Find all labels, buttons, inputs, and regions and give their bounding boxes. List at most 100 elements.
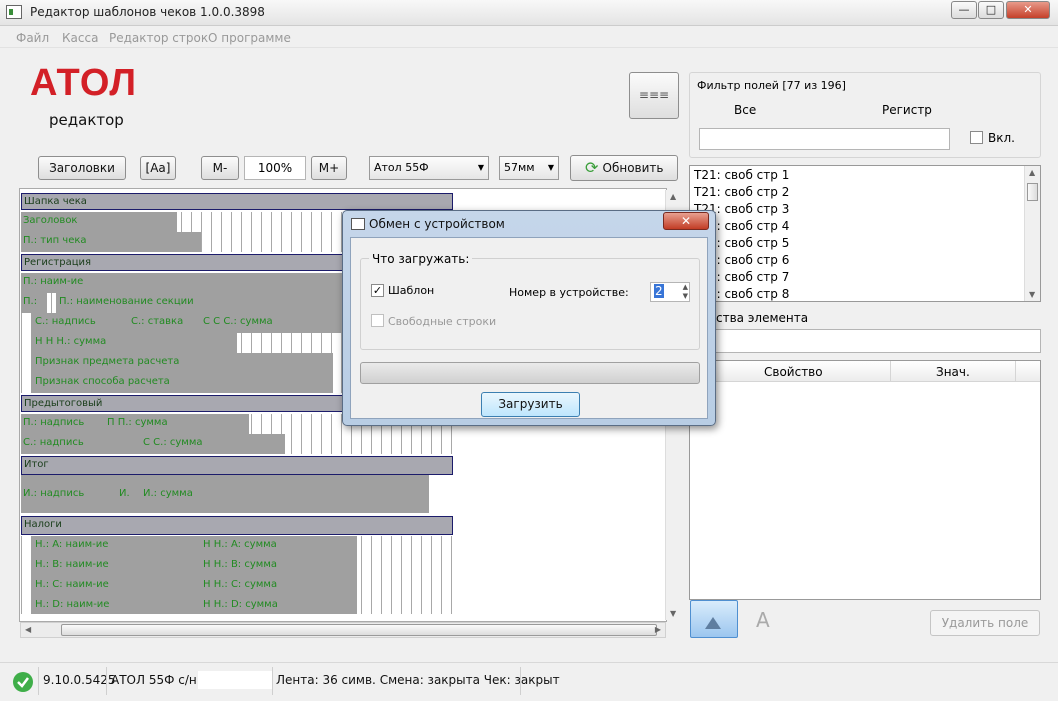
device-select[interactable]: Атол 55Ф ▼ [369, 156, 489, 180]
device-number-value: 2 [654, 284, 664, 298]
zoom-input[interactable]: 100% [244, 156, 306, 180]
load-groupbox [360, 258, 700, 350]
close-button[interactable]: ✕ [1006, 1, 1050, 19]
editor-row[interactable]: Н.: C: наим-ие Н Н.: C: сумма [21, 576, 453, 596]
field-label: И.: надпись [23, 488, 85, 499]
zoom-in-button[interactable]: M+ [311, 156, 347, 180]
field-label: П.: наименование секции [59, 296, 194, 307]
field-label: С С.: сумма [143, 437, 203, 448]
headers-button[interactable]: Заголовки [38, 156, 126, 180]
menu-kassa[interactable]: Касса [62, 31, 98, 45]
window-title: Редактор шаблонов чеков 1.0.0.3898 [30, 5, 265, 19]
filter-enable-label: Вкл. [988, 131, 1015, 145]
scroll-left-icon: ◀ [25, 625, 32, 634]
section-header[interactable]: Шапка чека [21, 193, 453, 210]
properties-title: ства элемента [716, 311, 809, 325]
template-checkbox[interactable]: ✓ [371, 284, 384, 297]
status-bar: 9.10.0.5425 АТОЛ 55Ф с/н:0 Лента: 36 сим… [0, 662, 1058, 701]
free-lines-checkbox[interactable] [371, 314, 384, 327]
chevron-down-icon: ▼ [477, 163, 484, 172]
field-label: Н Н.: A: сумма [203, 539, 277, 550]
device-exchange-dialog: Обмен с устройством ✕ Что загружать: ✓ Ш… [342, 210, 716, 426]
field-label: П П.: сумма [107, 417, 168, 428]
field-list[interactable]: T21: своб стр 1 T21: своб стр 2 T21: сво… [689, 165, 1041, 302]
section-header[interactable]: Итог [21, 456, 453, 475]
status-info: Лента: 36 симв. Смена: закрыта Чек: закр… [276, 673, 560, 687]
paper-width-select[interactable]: 57мм ▼ [499, 156, 559, 180]
filter-col-all[interactable]: Все [734, 103, 756, 117]
field-label: Н Н.: C: сумма [203, 579, 278, 590]
properties-table[interactable]: Свойство Знач. [689, 360, 1041, 600]
progress-bar [360, 362, 700, 384]
filter-col-register[interactable]: Регистр [882, 103, 932, 117]
font-toggle-button[interactable]: [Aa] [140, 156, 176, 180]
load-button[interactable]: Загрузить [481, 392, 580, 417]
spin-down-icon[interactable]: ▼ [683, 292, 688, 300]
scroll-right-icon: ▶ [654, 625, 661, 634]
delete-field-button[interactable]: Удалить поле [930, 610, 1040, 636]
field-label: Н.: D: наим-ие [35, 599, 110, 610]
field-label: Н Н.: D: сумма [203, 599, 278, 610]
refresh-button[interactable]: ⟳ Обновить [570, 155, 678, 181]
list-item[interactable]: T21: своб стр 1 [694, 168, 789, 182]
col-property[interactable]: Свойство [764, 365, 823, 379]
field-label: Признак предмета расчета [35, 356, 180, 367]
scroll-up-icon: ▲ [1029, 168, 1036, 177]
field-label: Н Н.: B: сумма [203, 559, 277, 570]
list-vscrollbar[interactable]: ▲ ▼ [1024, 166, 1040, 301]
title-bar: Редактор шаблонов чеков 1.0.0.3898 — □ ✕ [0, 0, 1058, 26]
scroll-down-icon: ▼ [670, 609, 677, 618]
field-label: И. [119, 488, 130, 499]
field-label: Н.: C: наим-ие [35, 579, 109, 590]
element-name-field[interactable] [689, 329, 1041, 353]
free-lines-label: Свободные строки [388, 315, 497, 328]
logo-subtitle: редактор [49, 111, 124, 129]
zoom-out-button[interactable]: M- [201, 156, 239, 180]
text-tool-icon[interactable]: A [756, 608, 770, 632]
editor-row[interactable]: Н.: D: наим-ие Н Н.: D: сумма [21, 596, 453, 614]
field-label: Заголовок [23, 215, 78, 226]
menu-file[interactable]: Файл [16, 31, 49, 45]
dialog-close-button[interactable]: ✕ [663, 212, 709, 230]
template-label: Шаблон [388, 284, 435, 297]
field-label: И.: сумма [143, 488, 193, 499]
menu-line-editor[interactable]: Редактор строк [109, 31, 208, 45]
filter-enable-checkbox[interactable] [970, 131, 983, 144]
field-label: Н.: A: наим-ие [35, 539, 109, 550]
restore-button[interactable]: □ [978, 1, 1004, 19]
image-icon [705, 617, 721, 629]
device-select-value: Атол 55Ф [374, 161, 429, 174]
spin-up-icon[interactable]: ▲ [683, 283, 688, 291]
col-value[interactable]: Знач. [936, 365, 970, 379]
table-header [690, 361, 1040, 382]
menu-about[interactable]: О программе [208, 31, 291, 45]
field-label: С.: ставка [131, 316, 184, 327]
editor-row[interactable]: С.: надпись С С.: сумма [21, 434, 453, 454]
dialog-icon [351, 218, 365, 230]
logo-brand: АТОЛ [30, 62, 138, 104]
image-tool-button[interactable] [690, 600, 738, 638]
dialog-body: Что загружать: ✓ Шаблон Номер в устройст… [350, 237, 708, 419]
field-label: Н.: B: наим-ие [35, 559, 109, 570]
editor-hscrollbar[interactable]: ◀ ▶ [20, 622, 666, 638]
device-number-spinbox[interactable]: 2 ▲ ▼ [650, 282, 690, 302]
minimize-button[interactable]: — [951, 1, 977, 19]
refresh-icon: ⟳ [585, 158, 599, 177]
logo: АТОЛ [30, 62, 170, 108]
field-label: П.: тип чека [23, 235, 87, 246]
paper-width-value: 57мм [504, 161, 535, 174]
app-icon [6, 5, 22, 19]
editor-row[interactable]: Н.: B: наим-ие Н Н.: B: сумма [21, 556, 453, 576]
hamburger-menu-button[interactable]: ≡≡≡ [629, 72, 679, 119]
field-label: Н Н Н.: сумма [35, 336, 107, 347]
section-header[interactable]: Налоги [21, 516, 453, 535]
editor-row[interactable]: И.: надпись И. И.: сумма [21, 475, 453, 513]
field-label: С.: надпись [23, 437, 84, 448]
filter-input[interactable] [699, 128, 950, 150]
scroll-down-icon: ▼ [1029, 290, 1036, 299]
editor-row[interactable]: Н.: A: наим-ие Н Н.: A: сумма [21, 536, 453, 556]
scrollbar-thumb[interactable] [1027, 183, 1038, 201]
status-device: АТОЛ 55Ф с/н:0 [111, 673, 209, 687]
scrollbar-thumb[interactable] [61, 624, 657, 636]
list-item[interactable]: T21: своб стр 2 [694, 185, 789, 199]
